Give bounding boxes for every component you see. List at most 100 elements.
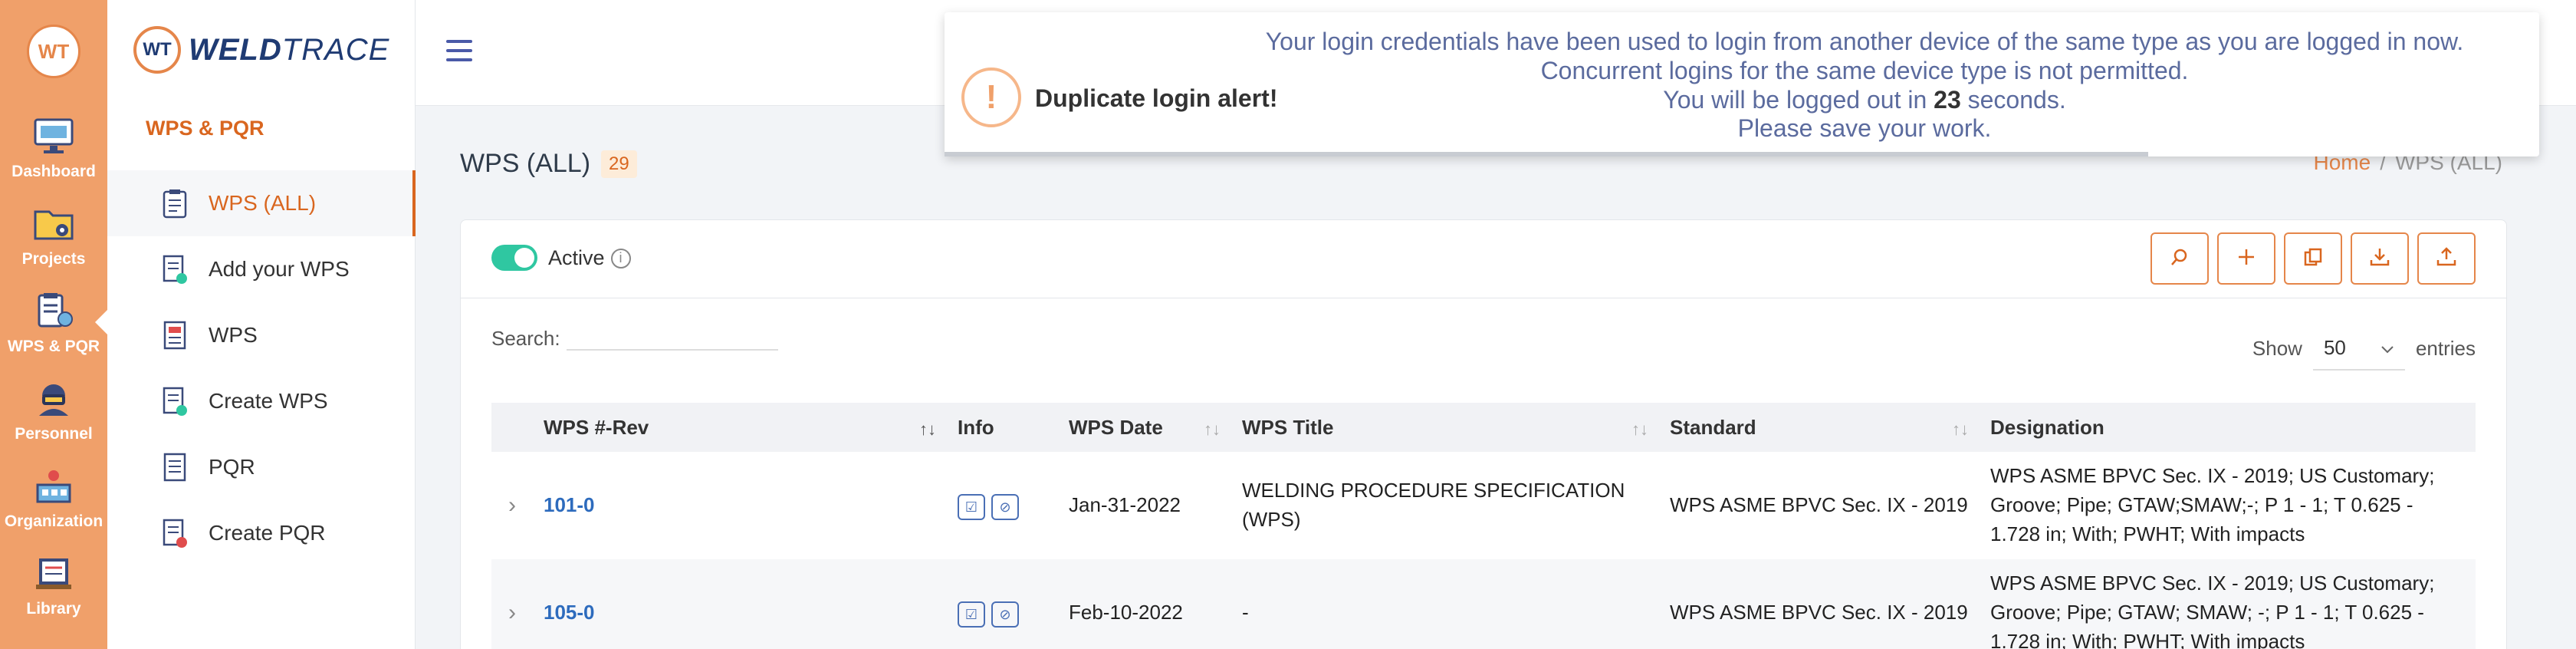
- library-icon: [31, 552, 76, 594]
- page-title: WPS (ALL) 29: [460, 149, 637, 179]
- download-button[interactable]: [2351, 232, 2409, 285]
- dashboard-icon: [31, 115, 76, 156]
- wps-number-link[interactable]: 101-0: [544, 493, 595, 516]
- brand-name: WELDTRACE: [189, 32, 390, 67]
- organization-icon: [31, 465, 76, 506]
- rail-item-projects[interactable]: Projects: [0, 190, 107, 275]
- checkbox-icon[interactable]: ☑: [958, 494, 985, 521]
- sort-asc-icon: ↑↓: [919, 420, 936, 439]
- col-header-wps-date[interactable]: WPS Date ↑↓: [1058, 403, 1231, 452]
- upload-button[interactable]: [2417, 232, 2476, 285]
- rail-item-personnel[interactable]: Personnel: [0, 365, 107, 450]
- section-title: WPS & PQR: [146, 117, 264, 140]
- rail-label: Organization: [4, 512, 104, 530]
- create-document-icon: [161, 385, 189, 417]
- search-input[interactable]: [566, 320, 778, 351]
- sort-icon: ↑↓: [1204, 420, 1221, 439]
- secondary-sidebar: WT WELDTRACE WPS & PQR WPS (ALL) Add you…: [107, 0, 416, 649]
- subnav-item-add-your-wps[interactable]: Add your WPS: [107, 236, 416, 302]
- subnav-item-create-wps[interactable]: Create WPS: [107, 368, 416, 434]
- wps-title-cell: -: [1242, 601, 1249, 624]
- rail-item-dashboard[interactable]: Dashboard: [0, 103, 107, 187]
- subnav-label: Create WPS: [209, 389, 328, 413]
- search-label: Search:: [491, 327, 560, 350]
- projects-icon: [31, 203, 76, 244]
- info-icon[interactable]: i: [610, 248, 631, 268]
- alert-line-4: Please save your work.: [1737, 114, 1992, 143]
- standard-cell: WPS ASME BPVC Sec. IX - 2019: [1670, 493, 1968, 517]
- search-button[interactable]: [2150, 232, 2209, 285]
- wps-table: WPS #-Rev ↑↓ Info WPS Date ↑↓ WPS Title ↑↓ …: [491, 403, 2476, 649]
- table-header-row: WPS #-Rev ↑↓ Info WPS Date ↑↓ WPS Title ↑↓ …: [491, 403, 2476, 452]
- alert-line-3: You will be logged out in 23 seconds.: [1663, 85, 2066, 114]
- document-icon: [161, 319, 189, 351]
- col-header-info: Info: [958, 415, 994, 439]
- clipboard-icon: [161, 187, 189, 219]
- copy-icon: [2302, 246, 2324, 272]
- warning-icon: !: [961, 68, 1021, 127]
- show-label: Show: [2252, 336, 2302, 360]
- wps-pqr-icon: [31, 290, 76, 331]
- expand-row-icon[interactable]: ›: [491, 559, 533, 649]
- wps-list-card: Active i Search: Show 50 entries WPS #-R…: [460, 219, 2507, 649]
- checkbox-icon[interactable]: ☑: [958, 601, 985, 628]
- subnav-item-pqr[interactable]: PQR: [107, 434, 416, 500]
- active-label: Active i: [548, 246, 631, 270]
- duplicate-login-alert[interactable]: ! Duplicate login alert! Your login cred…: [945, 12, 2539, 156]
- col-header-wps-rev[interactable]: WPS #-Rev ↑↓: [533, 403, 947, 452]
- add-button[interactable]: [2217, 232, 2275, 285]
- info-cell: ☑ ⊘: [947, 559, 1058, 649]
- table-row: › 105-0 ☑ ⊘ Feb-10-2022 - WPS ASME BPVC S…: [491, 559, 2476, 649]
- expand-col-header: [491, 403, 533, 452]
- subnav-item-wps[interactable]: WPS: [107, 302, 416, 368]
- download-icon: [2369, 246, 2390, 272]
- col-header-standard[interactable]: Standard ↑↓: [1659, 403, 1980, 452]
- app-logo[interactable]: WT: [27, 25, 80, 78]
- rail-item-organization[interactable]: Organization: [0, 453, 107, 537]
- page-title-text: WPS (ALL): [460, 149, 591, 178]
- entries-value: 50: [2323, 335, 2346, 359]
- subnav-label: WPS: [209, 323, 258, 347]
- attachment-icon[interactable]: ⊘: [991, 601, 1019, 628]
- subnav-item-create-pqr[interactable]: Create PQR: [107, 500, 416, 566]
- search-icon: [2169, 246, 2190, 272]
- pqr-document-icon: [161, 451, 189, 483]
- rail-item-library[interactable]: Library: [0, 540, 107, 624]
- info-cell: ☑ ⊘: [947, 452, 1058, 559]
- rail-label: Library: [26, 600, 81, 618]
- alert-message: Your login credentials have been used to…: [1205, 28, 2524, 143]
- card-header: Active i: [461, 220, 2506, 298]
- entries-select[interactable]: 50: [2312, 326, 2405, 371]
- subnav-item-wps-all[interactable]: WPS (ALL): [107, 170, 416, 236]
- rail-item-wps-pqr[interactable]: WPS & PQR: [0, 278, 109, 362]
- search-row: Search:: [491, 320, 778, 351]
- subnav-label: PQR: [209, 455, 255, 479]
- col-header-wps-title[interactable]: WPS Title ↑↓: [1231, 403, 1659, 452]
- brand-logo[interactable]: WT WELDTRACE: [133, 26, 389, 74]
- create-pqr-icon: [161, 517, 189, 549]
- sort-icon: ↑↓: [1631, 420, 1648, 439]
- card-toolbar: [2150, 232, 2476, 285]
- add-document-icon: [161, 253, 189, 285]
- active-toggle[interactable]: [491, 245, 537, 271]
- copy-button[interactable]: [2284, 232, 2342, 285]
- alert-countdown-bar: [945, 152, 2149, 156]
- subnav-label: WPS (ALL): [209, 191, 317, 215]
- upload-icon: [2436, 246, 2457, 272]
- subnav-label: Add your WPS: [209, 257, 350, 281]
- menu-toggle-icon[interactable]: [446, 40, 472, 63]
- count-badge: 29: [601, 150, 637, 178]
- entries-label: entries: [2415, 336, 2476, 360]
- wps-date-cell: Feb-10-2022: [1069, 601, 1183, 624]
- rail-label: Dashboard: [12, 163, 96, 180]
- expand-row-icon[interactable]: ›: [491, 452, 533, 559]
- icon-rail: WT Dashboard Projects WPS & PQR Personne…: [0, 0, 109, 649]
- rail-label: Projects: [21, 250, 86, 268]
- brand-mark: WT: [133, 26, 181, 74]
- attachment-icon[interactable]: ⊘: [991, 494, 1019, 521]
- wps-number-link[interactable]: 105-0: [544, 601, 595, 624]
- alert-line-2: Concurrent logins for the same device ty…: [1540, 56, 2189, 84]
- subnav-label: Create PQR: [209, 521, 326, 545]
- alert-line-1: Your login credentials have been used to…: [1265, 28, 2464, 55]
- wps-date-cell: Jan-31-2022: [1069, 493, 1181, 517]
